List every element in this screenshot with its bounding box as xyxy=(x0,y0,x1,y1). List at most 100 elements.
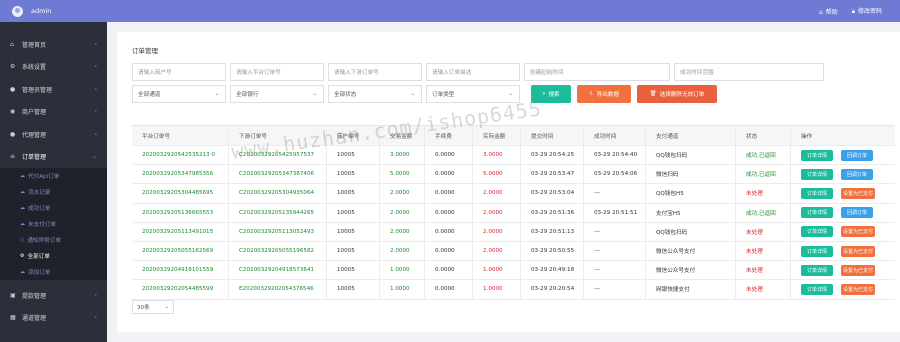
main-content: 订单管理 请输入商户号 请输入平台订单号 请输入下游订单号 请输入订单描述 创建… xyxy=(107,22,900,342)
column-header: 平台订单号 xyxy=(132,126,229,145)
submenu-item[interactable]: ○ 通知异常订单 xyxy=(0,232,107,248)
cloud-icon: ☁ xyxy=(20,189,25,195)
submenu-item[interactable]: ☁ 添加订单 xyxy=(0,264,107,280)
order-detail-button[interactable]: 订单详情 xyxy=(801,187,833,199)
user-circle-icon: ● xyxy=(10,130,16,138)
actions-cell: 订单详情 设置为已支付 xyxy=(791,261,895,279)
fee-cell: 0.0000 xyxy=(425,280,473,299)
home-icon: ⌂ xyxy=(818,8,823,16)
grid-icon: ▦ xyxy=(10,314,16,322)
sidebar-item-label: 代理管理 xyxy=(22,131,47,139)
channel-cell: QQ钱包H5 xyxy=(646,184,736,203)
channel-cell: 网银快捷支付 xyxy=(646,280,736,299)
search-button[interactable]: ⌕ 搜索 xyxy=(531,85,571,103)
submenu-item-label: 流水记录 xyxy=(28,190,51,196)
order-action-button[interactable]: 回调订单 xyxy=(841,207,873,219)
submenu-item-label: 全部订单 xyxy=(27,254,50,260)
order-detail-button[interactable]: 订单详情 xyxy=(801,168,833,180)
status-select[interactable]: 全部状态 ⌄ xyxy=(328,85,422,103)
selected-value: 全部通道 xyxy=(138,92,161,98)
order-action-button[interactable]: 设置为已支付 xyxy=(841,283,875,295)
table-body: 2020032920542535213 0 C202003292054259575… xyxy=(132,146,895,300)
order-action-button[interactable]: 回调订单 xyxy=(841,149,873,161)
amount-cell: 1.0000 xyxy=(380,280,425,299)
order-panel: 订单管理 请输入商户号 请输入平台订单号 请输入下游订单号 请输入订单描述 创建… xyxy=(117,32,900,332)
merchant-no-input[interactable]: 请输入商户号 xyxy=(132,63,226,81)
submenu-item[interactable]: ☁ 流水记录 xyxy=(0,184,107,200)
submit-time-cell: 03-29 20:51:36 xyxy=(521,203,584,222)
order-action-button[interactable]: 设置为已支付 xyxy=(841,187,875,199)
sidebar-item-orders[interactable]: ≡ 订单管理 ⌄ xyxy=(0,146,107,169)
avatar[interactable] xyxy=(12,5,23,17)
submenu-item[interactable]: ☁ 成功订单 xyxy=(0,200,107,216)
actual-amount-cell: 1.0000 xyxy=(473,280,521,299)
delete-invalid-button[interactable]: 🗑︎ 选择删除无效订单 xyxy=(637,85,717,103)
success-time-input[interactable]: 成功时间范围 xyxy=(674,63,824,81)
column-header: 商户编号 xyxy=(327,126,380,145)
downstream-order-input[interactable]: 请输入下游订单号 xyxy=(328,63,422,81)
page-size-select[interactable]: 30条 ⌄ xyxy=(132,300,174,314)
user-circle-icon: ● xyxy=(10,85,16,93)
cloud-icon: ☁ xyxy=(20,221,25,227)
placeholder: 请输入平台订单号 xyxy=(236,70,281,76)
channel-select[interactable]: 全部通道 ⌄ xyxy=(132,85,226,103)
order-action-button[interactable]: 设置为已支付 xyxy=(841,226,875,238)
order-type-select[interactable]: 订单类型 ⌄ xyxy=(426,85,520,103)
placeholder: 成功时间范围 xyxy=(680,70,714,76)
fee-cell: 0.0000 xyxy=(425,222,473,241)
merchant-cell: 10005 xyxy=(327,222,380,241)
order-detail-button[interactable]: 订单详情 xyxy=(801,226,833,238)
sidebar-item-label: 订单管理 xyxy=(22,154,47,162)
help-link[interactable]: ⌂ 帮助 xyxy=(819,7,838,16)
order-detail-button[interactable]: 订单详情 xyxy=(801,264,833,276)
success-time-cell: --- xyxy=(584,241,646,261)
fee-cell: 0.0000 xyxy=(425,184,473,203)
submenu-item-label: 添加订单 xyxy=(28,270,51,276)
change-password-link[interactable]: 🔒︎ 修改密码 xyxy=(852,6,882,16)
sidebar-item-home[interactable]: ⌂ 管理首页 ‹ xyxy=(0,33,107,56)
platform-order-cell: 20200329205304485695 xyxy=(132,184,229,203)
cloud-icon: ☁ xyxy=(20,173,25,179)
username[interactable]: admin xyxy=(31,7,51,15)
order-action-button[interactable]: 设置为已支付 xyxy=(841,264,875,276)
lock-icon: 🔒︎ xyxy=(851,8,855,15)
actual-amount-cell: 2.0000 xyxy=(473,184,521,203)
order-detail-button[interactable]: 订单详情 xyxy=(801,207,833,219)
amount-cell: 2.0000 xyxy=(380,241,425,261)
sidebar-item-merchants[interactable]: ◉ 商户管理 ‹ xyxy=(0,101,107,124)
table-row: 20200329204918101559 C2020032920491857364… xyxy=(132,261,895,281)
submenu-item[interactable]: ☁ 未支付订单 xyxy=(0,216,107,232)
success-time-cell: --- xyxy=(584,261,646,280)
order-desc-input[interactable]: 请输入订单描述 xyxy=(426,63,520,81)
order-action-button[interactable]: 回调订单 xyxy=(841,168,873,180)
submenu-item-active[interactable]: ⚙ 全部订单 xyxy=(0,248,107,264)
table-header: 平台订单号 下游订单号 商户编号 交易金额 手续费 实际金额 提交时间 成功时间… xyxy=(132,126,895,146)
create-time-input[interactable]: 创建起始时间 xyxy=(524,63,670,81)
sidebar-item-channels[interactable]: ▦ 通道管理 ‹ xyxy=(0,307,107,330)
bank-select[interactable]: 全部银行 ⌄ xyxy=(230,85,324,103)
export-button[interactable]: ⇩ 导出数据 xyxy=(577,85,631,103)
order-detail-button[interactable]: 订单详情 xyxy=(801,245,833,257)
column-header: 状态 xyxy=(736,126,791,145)
submenu-item[interactable]: ☁ 代付Api订单 xyxy=(0,168,107,184)
sidebar-item-withdrawals[interactable]: ▣ 提款管理 ‹ xyxy=(0,284,107,307)
actual-amount-cell: 2.0000 xyxy=(473,222,521,241)
column-header: 交易金额 xyxy=(380,126,425,145)
actual-amount-cell: 2.0000 xyxy=(473,203,521,222)
order-detail-button[interactable]: 订单详情 xyxy=(801,149,833,161)
success-time-cell: --- xyxy=(584,222,646,241)
merchant-cell: 10005 xyxy=(327,165,380,184)
merchant-cell: 10005 xyxy=(327,203,380,222)
sidebar-item-admins[interactable]: ● 管理员管理 ‹ xyxy=(0,78,107,101)
sidebar-item-label: 提款管理 xyxy=(22,292,47,300)
order-action-button[interactable]: 设置为已支付 xyxy=(841,245,875,257)
fee-cell: 0.0000 xyxy=(425,241,473,261)
sidebar-item-settings[interactable]: ⚙ 系统设置 ‹ xyxy=(0,56,107,79)
chevron-left-icon: ‹ xyxy=(94,85,97,93)
status-cell: 成功,已返回 xyxy=(736,146,791,165)
platform-order-input[interactable]: 请输入平台订单号 xyxy=(230,63,324,81)
order-detail-button[interactable]: 订单详情 xyxy=(801,283,833,295)
sidebar-item-agents[interactable]: ● 代理管理 ‹ xyxy=(0,123,107,146)
selected-value: 全部状态 xyxy=(334,92,357,98)
column-header: 支付通道 xyxy=(646,126,736,145)
